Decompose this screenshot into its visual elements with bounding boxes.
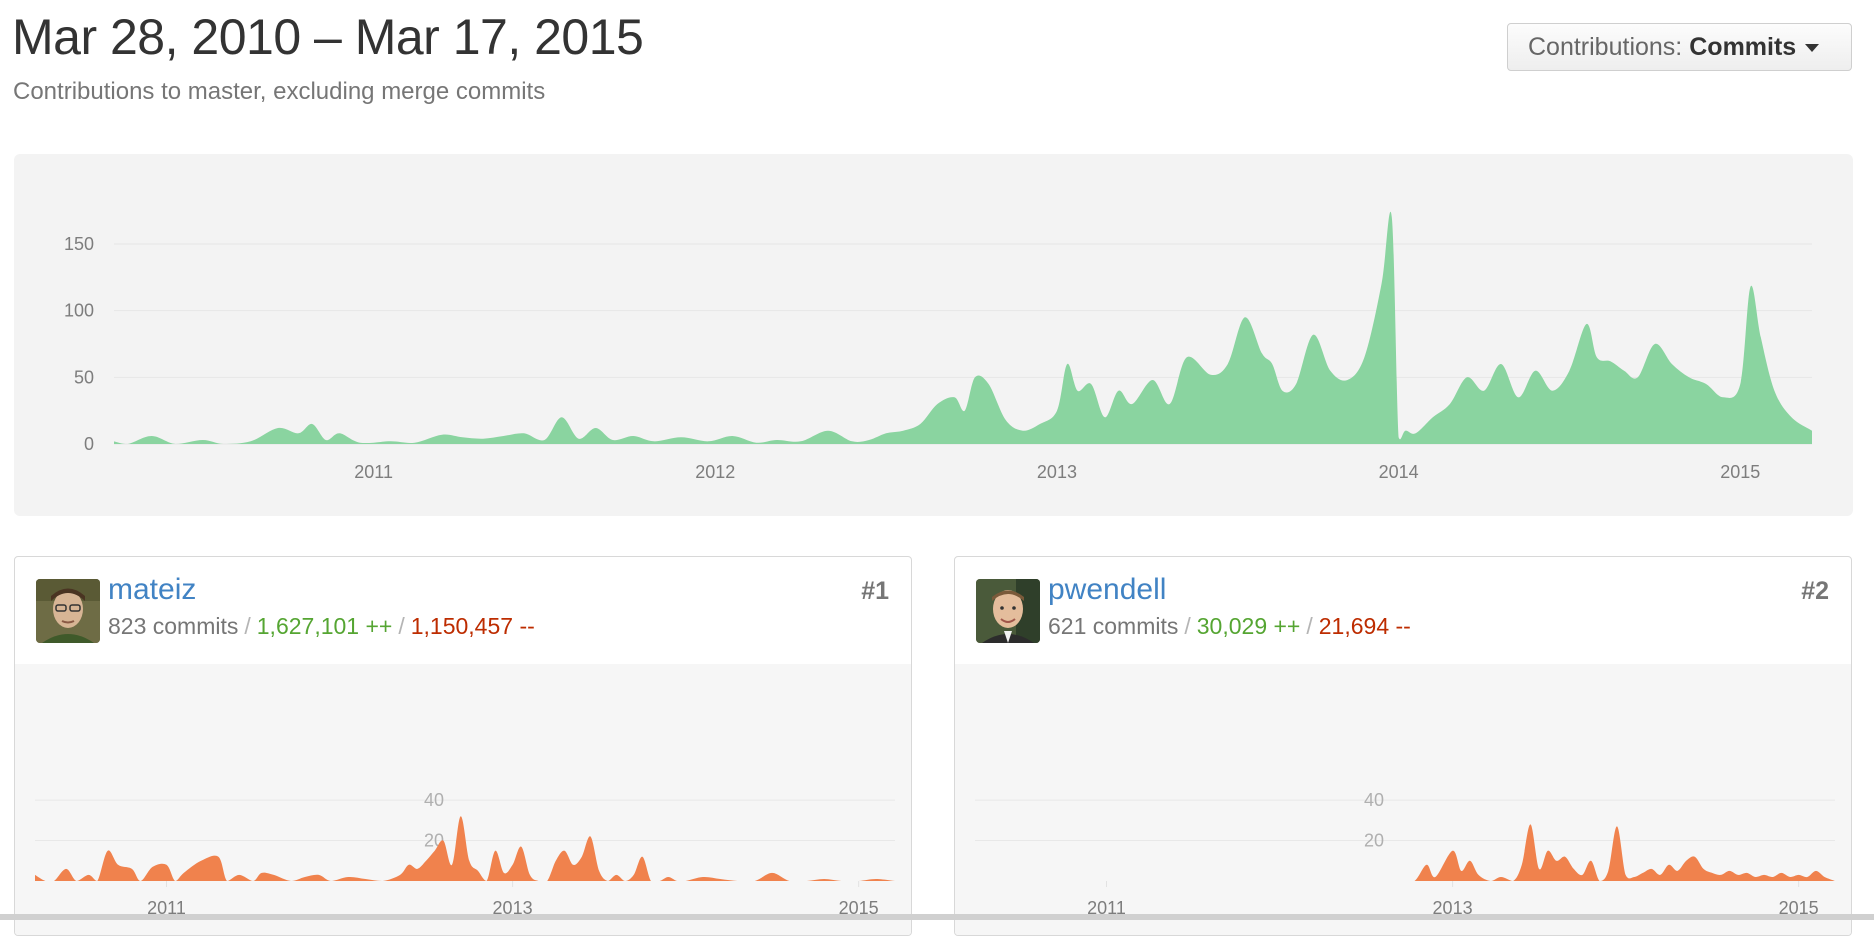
contributor-stats: 823 commits/1,627,101 ++/1,150,457 -- <box>108 613 535 639</box>
contributor-chart-svg: 20402011 2013 2015 <box>975 790 1835 918</box>
y-tick-label: 20 <box>1364 831 1384 851</box>
avatar[interactable] <box>976 579 1040 643</box>
page-subtitle: Contributions to master, excluding merge… <box>13 78 546 105</box>
contributor-username-link[interactable]: pwendell <box>1048 573 1166 607</box>
window-bottom-edge <box>0 914 1874 920</box>
additions-count: 1,627,101 ++ <box>256 613 393 639</box>
commits-overview-svg: 0 50 100 150 2011 2012 2013 2014 2015 <box>64 211 1812 482</box>
contributor-stats: 621 commits/30,029 ++/21,694 -- <box>1048 613 1411 639</box>
y-tick-label: 0 <box>84 434 94 454</box>
contributor-rank: #1 <box>861 577 889 605</box>
contributor-card-mateiz: mateiz 823 commits/1,627,101 ++/1,150,45… <box>14 556 912 936</box>
commit-count: 621 commits <box>1048 613 1179 639</box>
dropdown-prefix: Contributions: <box>1528 32 1683 61</box>
contributor-card-header: mateiz 823 commits/1,627,101 ++/1,150,45… <box>15 557 911 665</box>
y-tick-label: 40 <box>424 790 444 810</box>
x-tick-label: 2015 <box>1720 462 1760 482</box>
contributions-type-dropdown[interactable]: Contributions: Commits <box>1507 23 1852 71</box>
page-title: Mar 28, 2010 – Mar 17, 2015 <box>12 9 644 65</box>
y-tick-label: 40 <box>1364 790 1384 810</box>
x-tick-label: 2011 <box>354 462 393 482</box>
y-tick-label: 100 <box>64 301 94 321</box>
y-tick-label: 150 <box>64 234 94 254</box>
series-area <box>114 211 1812 444</box>
x-tick-label: 2014 <box>1379 462 1419 482</box>
contributor-rank: #2 <box>1801 577 1829 605</box>
deletions-count: 21,694 -- <box>1318 613 1411 639</box>
deletions-count: 1,150,457 -- <box>410 613 535 639</box>
series-area <box>975 824 1835 881</box>
contributor-chart[interactable]: 20 40 2011 2013 2015 <box>15 664 911 935</box>
x-tick-label: 2012 <box>695 462 735 482</box>
avatar[interactable] <box>36 579 100 643</box>
contributor-username-link[interactable]: mateiz <box>108 573 196 607</box>
y-tick-label: 50 <box>74 367 94 387</box>
contributor-chart[interactable]: 20 40 2011 2013 2015 <box>955 664 1851 935</box>
chevron-down-icon <box>1805 44 1820 52</box>
series-area <box>35 816 895 881</box>
additions-count: 30,029 ++ <box>1196 613 1301 639</box>
contributor-chart-svg: 20402011 2013 2015 <box>35 790 895 918</box>
commits-overview-chart[interactable]: 0 50 100 150 2011 2012 2013 2014 2015 <box>14 154 1853 516</box>
x-tick-label: 2013 <box>1037 462 1077 482</box>
contributor-card-pwendell: pwendell 621 commits/30,029 ++/21,694 --… <box>954 556 1852 936</box>
commit-count: 823 commits <box>108 613 239 639</box>
contributor-card-header: pwendell 621 commits/30,029 ++/21,694 --… <box>955 557 1851 665</box>
dropdown-value: Commits <box>1689 32 1797 61</box>
